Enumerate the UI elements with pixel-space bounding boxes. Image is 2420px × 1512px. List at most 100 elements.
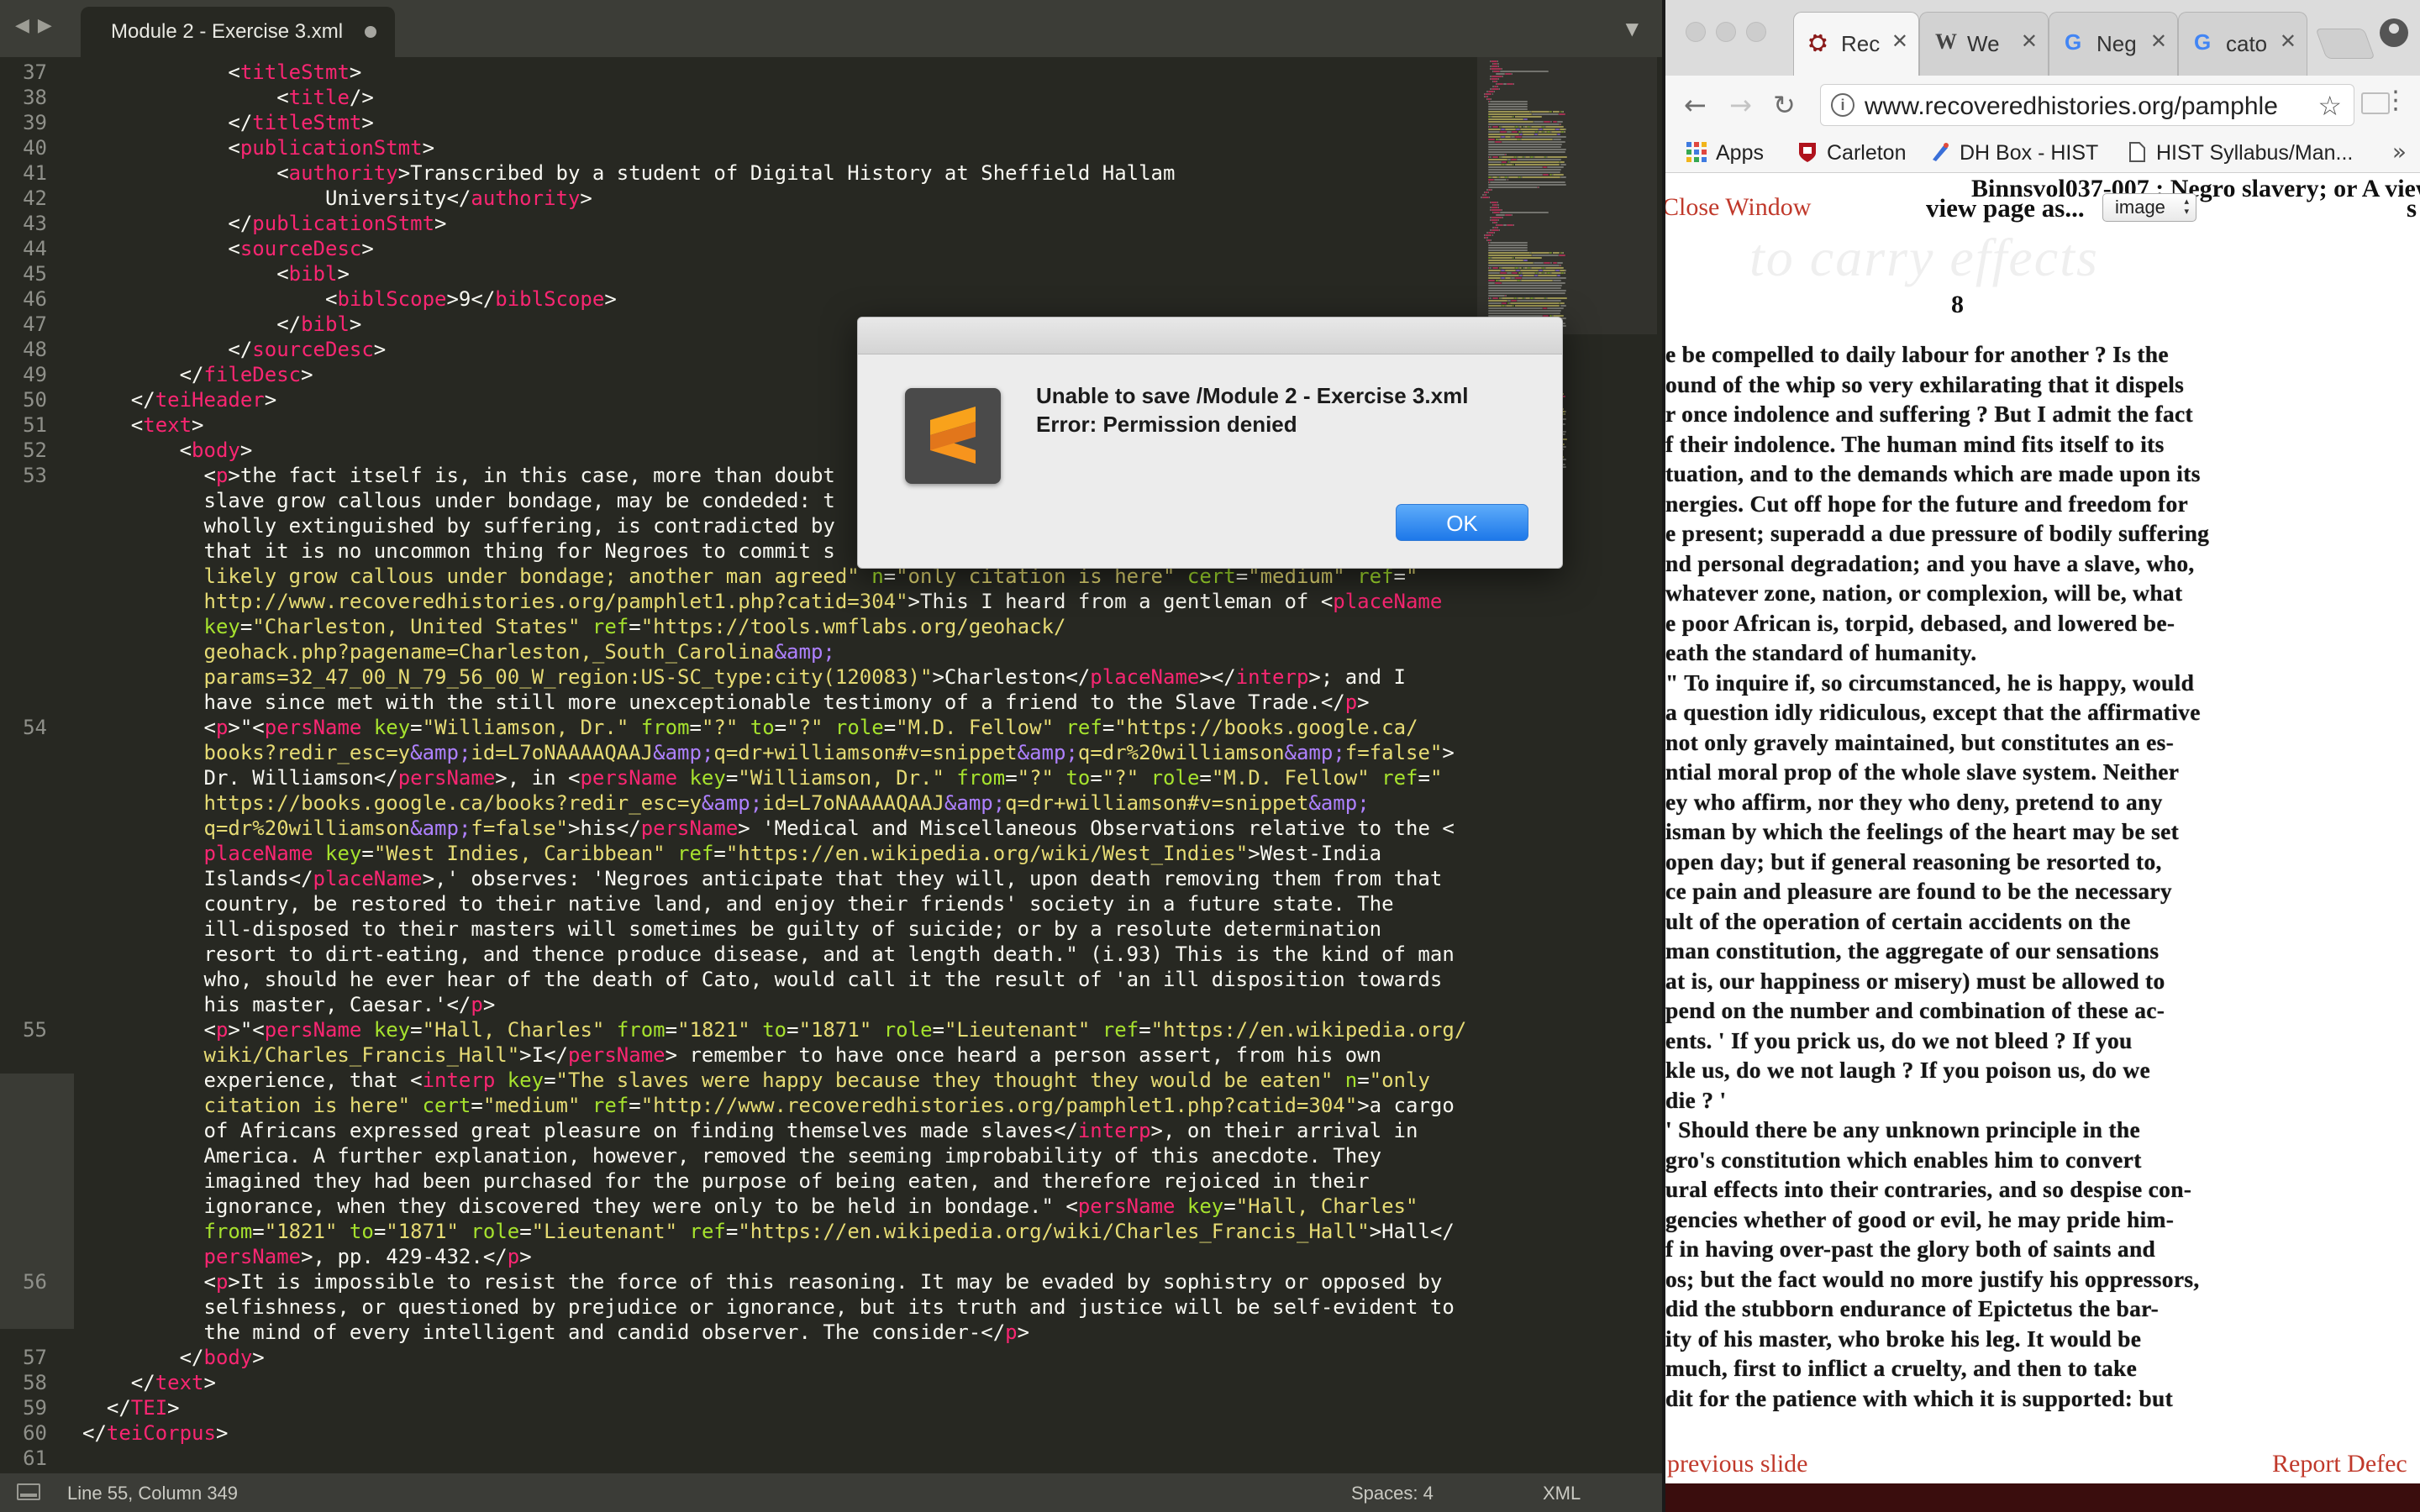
code-line[interactable]: slave grow callous under bondage, may be… xyxy=(82,488,834,513)
zoom-window-icon[interactable] xyxy=(1746,22,1766,42)
dialog-title-bar[interactable] xyxy=(858,318,1562,354)
code-line[interactable]: who, should he ever hear of the death of… xyxy=(82,967,1442,992)
code-line[interactable]: </TEI> xyxy=(82,1395,180,1420)
tab-dropdown-icon[interactable]: ▼ xyxy=(1626,18,1639,39)
browser-tab-3[interactable]: G cato ✕ xyxy=(2178,12,2307,76)
code-line[interactable]: <p>the fact itself is, in this case, mor… xyxy=(82,463,834,488)
code-line[interactable]: country, be restored to their native lan… xyxy=(82,891,1393,916)
view-as-select[interactable]: image xyxy=(2102,193,2196,222)
code-line[interactable]: geohack.php?pagename=Charleston,_South_C… xyxy=(82,639,834,664)
forward-arrow-icon[interactable]: → xyxy=(1729,89,1752,121)
code-line[interactable]: <p>"<persName key="Hall, Charles" from="… xyxy=(82,1017,1466,1042)
code-line[interactable]: </titleStmt> xyxy=(82,110,373,135)
browser-tab-0[interactable]: ⛭ Rec ✕ xyxy=(1793,12,1919,76)
code-line[interactable]: resort to dirt-eating, and thence produc… xyxy=(82,942,1454,967)
code-line[interactable]: http://www.recoveredhistories.org/pamphl… xyxy=(82,589,1442,614)
code-line[interactable]: America. A further explanation, however,… xyxy=(82,1143,1381,1168)
code-line[interactable]: </body> xyxy=(82,1345,265,1370)
syntax-selector[interactable]: XML xyxy=(1543,1483,1581,1504)
bookmark-dh-box[interactable]: DH Box - HIST xyxy=(1929,141,2098,165)
bookmark-hist-syllabus[interactable]: HIST Syllabus/Man... xyxy=(2126,141,2353,165)
code-line[interactable]: <p>"<persName key="Williamson, Dr." from… xyxy=(82,715,1418,740)
close-tab-icon[interactable]: ✕ xyxy=(1891,29,1908,54)
code-line[interactable]: Dr. Williamson</persName>, in <persName … xyxy=(82,765,1442,790)
back-arrow-icon[interactable]: ← xyxy=(1684,89,1707,121)
report-defect-link[interactable]: Report Defec xyxy=(2272,1450,2407,1478)
code-line[interactable]: that it is no uncommon thing for Negroes… xyxy=(82,538,834,564)
code-line[interactable]: University</authority> xyxy=(82,186,592,211)
code-line[interactable]: wiki/Charles_Francis_Hall">I</persName> … xyxy=(82,1042,1381,1068)
console-toggle-icon[interactable] xyxy=(17,1483,40,1500)
close-tab-icon[interactable]: ✕ xyxy=(2150,29,2167,54)
code-line[interactable]: wholly extinguished by suffering, is con… xyxy=(82,513,834,538)
code-area[interactable]: <titleStmt> <title/> </titleStmt> <publi… xyxy=(82,60,1477,1471)
new-tab-button[interactable] xyxy=(2315,29,2375,59)
site-info-icon[interactable]: i xyxy=(1831,93,1854,117)
close-tab-icon[interactable]: ✕ xyxy=(2280,29,2296,54)
code-line[interactable]: <body> xyxy=(82,438,253,463)
code-line[interactable]: </publicationStmt> xyxy=(82,211,446,236)
close-tab-icon[interactable]: ✕ xyxy=(2021,29,2038,54)
tab-nav-arrows-icon[interactable]: ◀▶ xyxy=(15,15,60,36)
ok-button[interactable]: OK xyxy=(1396,504,1528,541)
code-line[interactable]: citation is here" cert="medium" ref="htt… xyxy=(82,1093,1454,1118)
code-line[interactable]: </sourceDesc> xyxy=(82,337,386,362)
code-line[interactable]: </fileDesc> xyxy=(82,362,313,387)
code-line[interactable]: <text> xyxy=(82,412,204,438)
code-line[interactable]: key="Charleston, United States" ref="htt… xyxy=(82,614,1065,639)
browser-tab-1[interactable]: W We ✕ xyxy=(1919,12,2049,76)
code-line[interactable]: placeName key="West Indies, Caribbean" r… xyxy=(82,841,1381,866)
code-line[interactable]: Islands</placeName>,' observes: 'Negroes… xyxy=(82,866,1442,891)
code-line[interactable]: </teiHeader> xyxy=(82,387,276,412)
code-line[interactable]: <sourceDesc> xyxy=(82,236,373,261)
reload-icon[interactable]: ↻ xyxy=(1773,89,1796,121)
more-bookmarks-icon[interactable]: » xyxy=(2392,138,2407,165)
code-line[interactable]: of Africans expressed great pleasure on … xyxy=(82,1118,1418,1143)
code-token: from xyxy=(82,1220,253,1243)
code-token: placeName xyxy=(313,867,423,890)
tab-module-2-exercise-3[interactable]: Module 2 - Exercise 3.xml xyxy=(81,7,395,57)
code-line[interactable]: the mind of every intelligent and candid… xyxy=(82,1320,1029,1345)
code-line[interactable]: ignorance, when they discovered they wer… xyxy=(82,1194,1418,1219)
code-line[interactable]: <publicationStmt> xyxy=(82,135,434,160)
browser-tab-2[interactable]: G Neg ✕ xyxy=(2049,12,2178,76)
previous-slide-link[interactable]: previous slide xyxy=(1667,1450,1807,1478)
code-line[interactable]: <titleStmt> xyxy=(82,60,361,85)
code-line[interactable]: experience, that <interp key="The slaves… xyxy=(82,1068,1429,1093)
code-line[interactable]: https://books.google.ca/books?redir_esc=… xyxy=(82,790,1369,816)
code-line[interactable]: selfishness, or questioned by prejudice … xyxy=(82,1294,1454,1320)
bookmark-carleton[interactable]: Carleton xyxy=(1797,141,1907,165)
minimize-window-icon[interactable] xyxy=(1716,22,1736,42)
close-window-icon[interactable] xyxy=(1686,22,1706,42)
code-line[interactable]: persName>, pp. 429-432.</p> xyxy=(82,1244,531,1269)
code-line[interactable]: </text> xyxy=(82,1370,216,1395)
code-line[interactable]: params=32_47_00_N_79_56_00_W_region:US-S… xyxy=(82,664,1406,690)
minimap[interactable] xyxy=(1472,57,1662,1473)
code-line[interactable]: <biblScope>9</biblScope> xyxy=(82,286,617,312)
address-bar[interactable]: i www.recoveredhistories.org/pamphle ☆ xyxy=(1820,84,2354,126)
code-line[interactable]: his master, Caesar.'</p> xyxy=(82,992,495,1017)
code-line[interactable]: ill-disposed to their masters will somet… xyxy=(82,916,1381,942)
minimap-stroke xyxy=(1500,212,1549,213)
code-line[interactable]: books?redir_esc=y&amp;id=L7oNAAAAQAAJ&am… xyxy=(82,740,1454,765)
minimap-stroke xyxy=(1560,176,1566,178)
code-line[interactable]: have since met with the still more unexc… xyxy=(82,690,1369,715)
bookmark-star-icon[interactable]: ☆ xyxy=(2317,90,2342,122)
unsaved-dot-icon[interactable] xyxy=(365,26,376,38)
code-line[interactable]: <bibl> xyxy=(82,261,350,286)
browser-menu-icon[interactable]: ⋮ xyxy=(2383,86,2408,115)
bookmark-apps[interactable]: Apps xyxy=(1686,141,1764,165)
profile-icon[interactable] xyxy=(2380,18,2408,47)
code-line[interactable]: from="1821" to="1871" role="Lieutenant" … xyxy=(82,1219,1454,1244)
code-line[interactable]: imagined they had been purchased for the… xyxy=(82,1168,1369,1194)
code-line[interactable]: q=dr%20williamson&amp;f=false">his</pers… xyxy=(82,816,1454,841)
code-line[interactable]: <authority>Transcribed by a student of D… xyxy=(82,160,1175,186)
indentation-setting[interactable]: Spaces: 4 xyxy=(1351,1483,1434,1504)
close-window-link[interactable]: Close Window xyxy=(1665,193,1811,222)
code-line[interactable]: <p>It is impossible to resist the force … xyxy=(82,1269,1442,1294)
address-bar-url[interactable]: www.recoveredhistories.org/pamphle xyxy=(1865,92,2293,121)
code-line[interactable]: <title/> xyxy=(82,85,374,110)
code-line[interactable]: </bibl> xyxy=(82,312,361,337)
minimap-stroke xyxy=(1505,305,1512,307)
code-line[interactable]: </teiCorpus> xyxy=(82,1420,228,1446)
